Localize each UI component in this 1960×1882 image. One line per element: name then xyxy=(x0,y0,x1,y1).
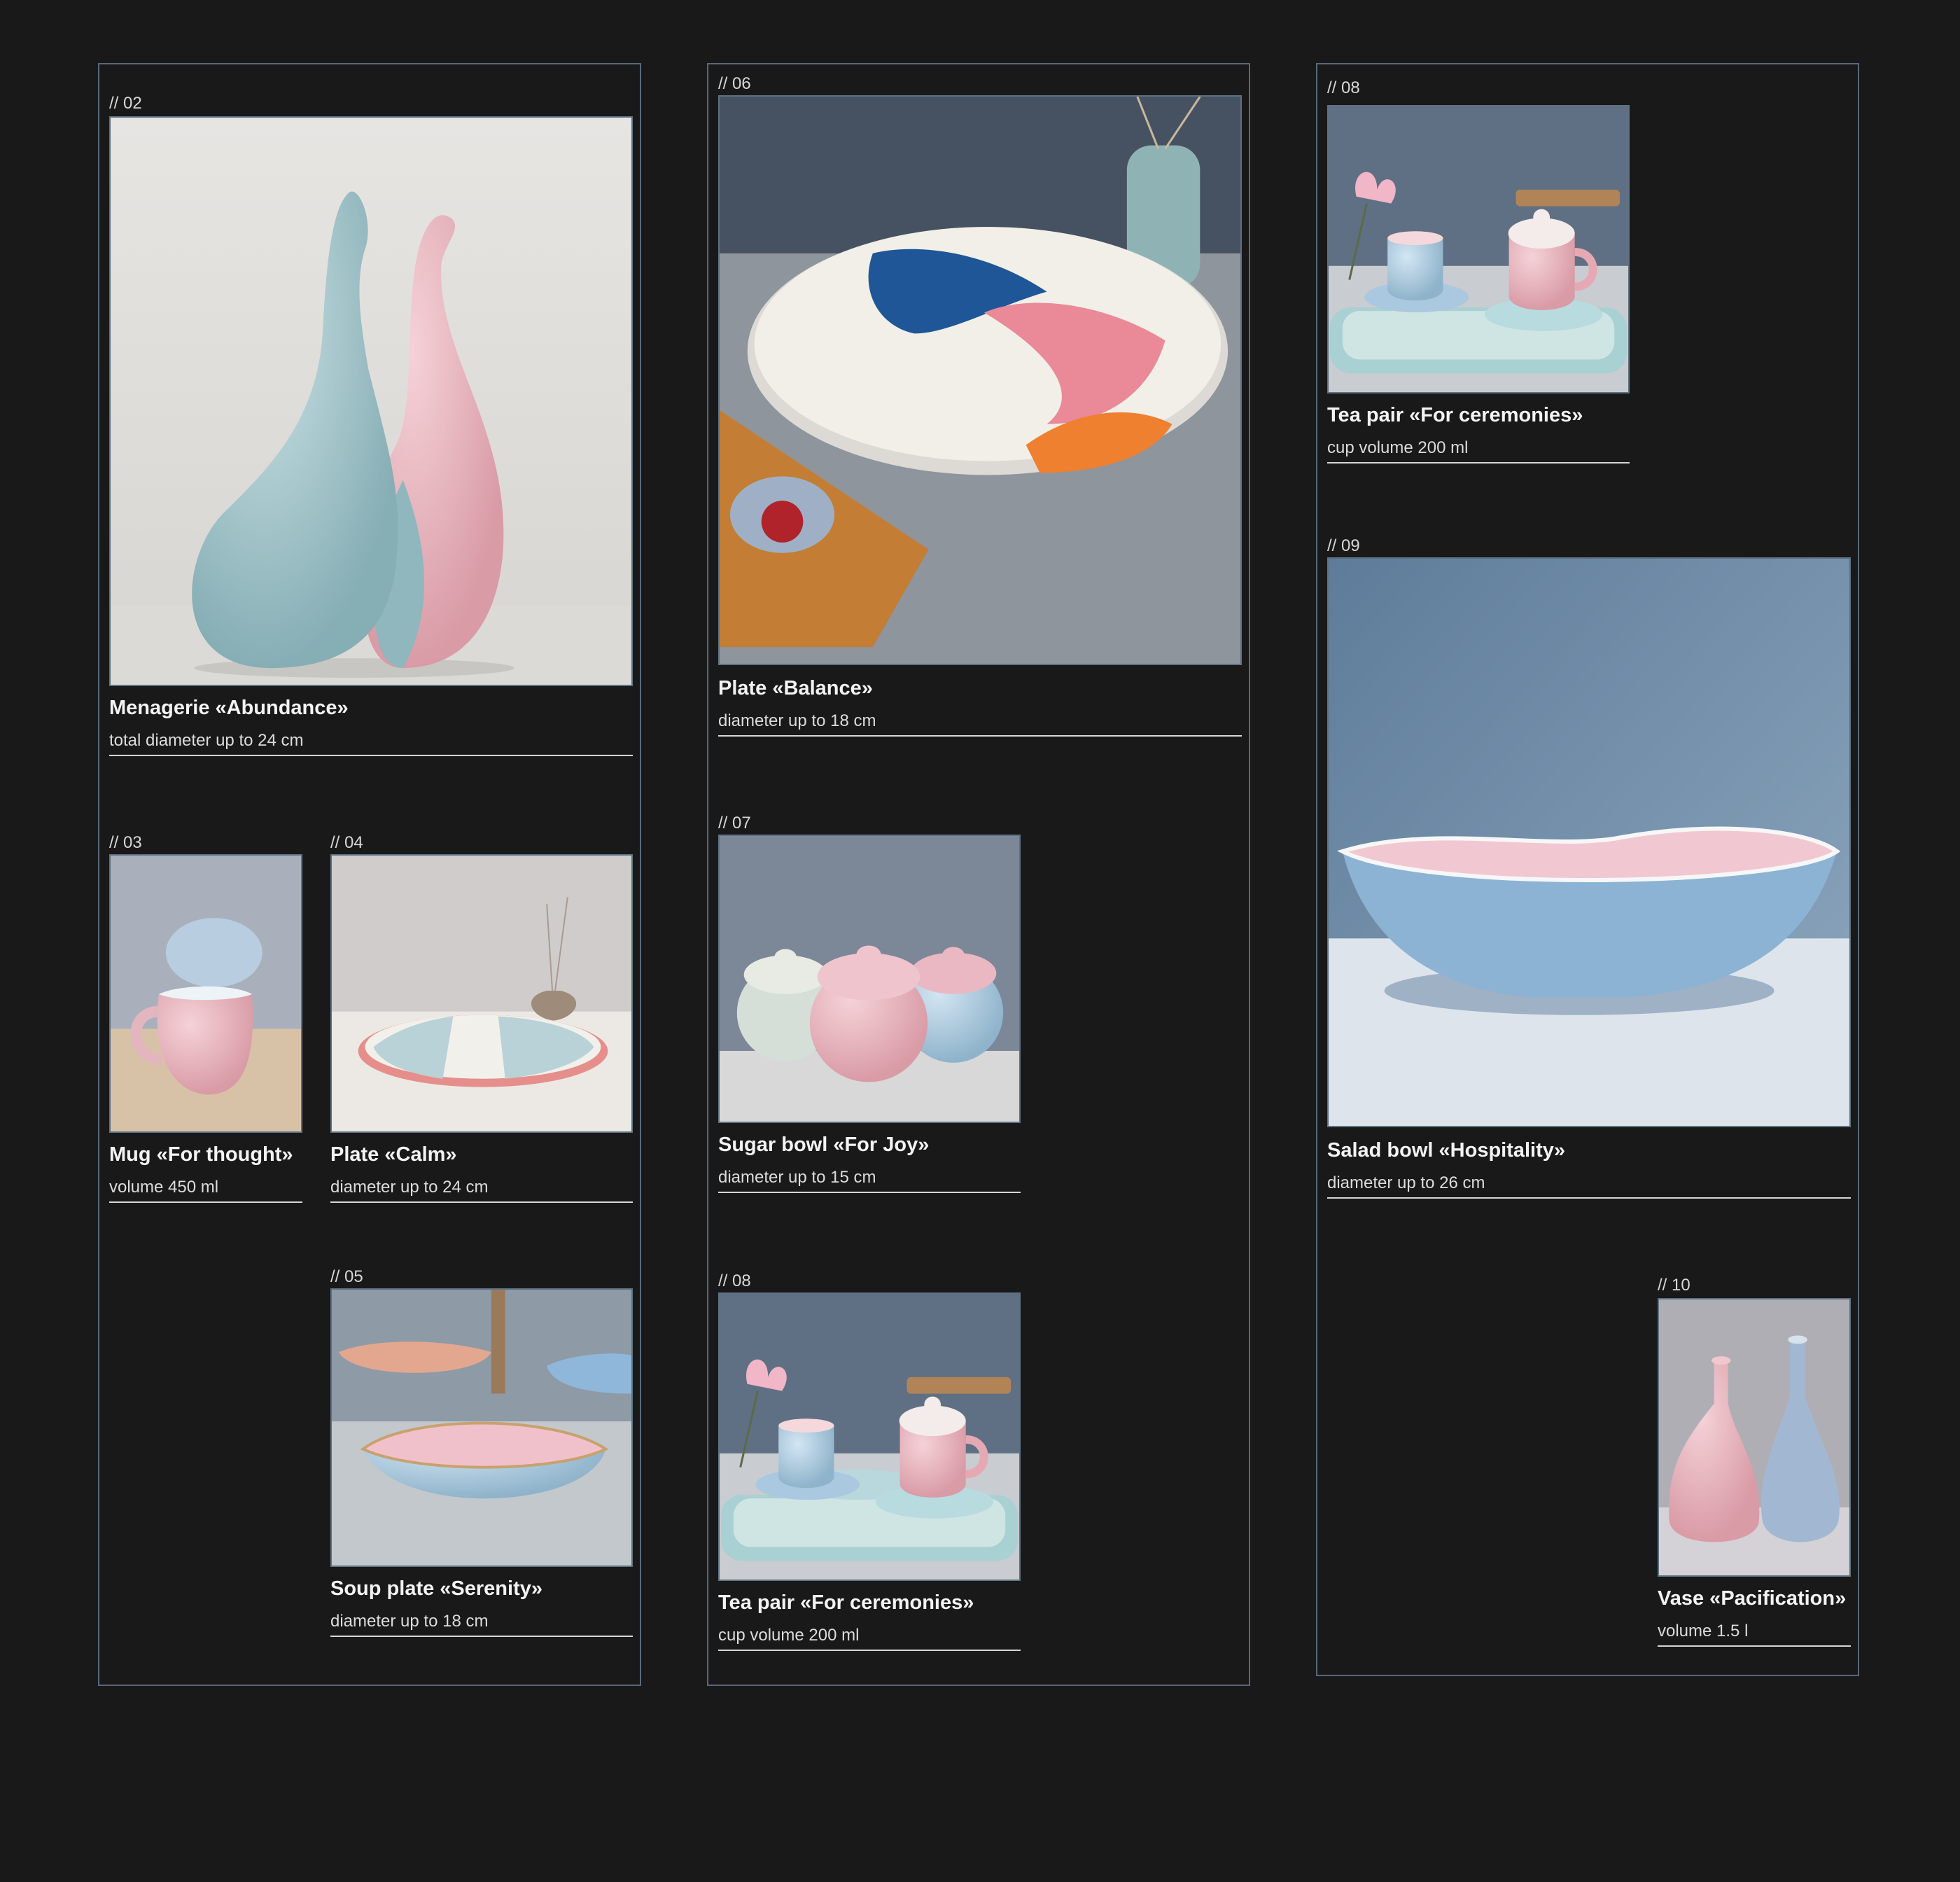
card-subtitle: total diameter up to 24 cm xyxy=(109,731,304,750)
card-subtitle: volume 450 ml xyxy=(109,1178,219,1197)
tea-pair-image xyxy=(718,1292,1021,1581)
product-card[interactable]: // 07 Sugar bowl «For Joy» diameter up t… xyxy=(718,814,1021,1200)
product-card[interactable]: // 03 Mug «For thought» volume 450 ml xyxy=(109,833,302,1211)
card-divider xyxy=(718,1192,1021,1193)
card-number: // 04 xyxy=(330,833,363,852)
card-number: // 08 xyxy=(718,1271,751,1290)
card-title: Vase «Pacification» xyxy=(1658,1587,1847,1610)
card-divider xyxy=(718,1650,1021,1651)
card-number: // 02 xyxy=(109,94,142,113)
card-title: Salad bowl «Hospitality» xyxy=(1327,1139,1566,1162)
menagerie-figurines-image xyxy=(109,116,633,686)
card-divider xyxy=(109,1201,302,1203)
card-number: // 09 xyxy=(1327,536,1360,555)
card-title: Plate «Balance» xyxy=(718,677,873,699)
card-divider xyxy=(1327,462,1630,463)
product-card[interactable]: // 02 Menagerie «Abundance» total diamet… xyxy=(109,94,633,770)
product-column-1: // 02 Menagerie «Abundance» total diamet… xyxy=(98,63,641,1686)
card-title: Tea pair «For ceremonies» xyxy=(1327,404,1583,426)
card-number: // 08 xyxy=(1327,78,1360,97)
plate-balance-image xyxy=(718,95,1242,665)
card-subtitle: diameter up to 15 cm xyxy=(718,1168,876,1187)
card-divider xyxy=(718,735,1242,737)
card-subtitle: diameter up to 18 cm xyxy=(718,711,876,730)
product-card[interactable]: // 08 Tea pair «For ceremonies» cup volu… xyxy=(718,1271,1021,1658)
product-card[interactable]: // 06 Plate «Balance» diameter up to 18 … xyxy=(718,74,1242,751)
sugar-bowl-image xyxy=(718,835,1021,1123)
product-card[interactable]: // 09 Salad bowl «Hospitality» diameter … xyxy=(1327,536,1851,1213)
card-subtitle: cup volume 200 ml xyxy=(718,1626,860,1645)
card-divider xyxy=(330,1201,633,1203)
tea-pair-image xyxy=(1327,105,1630,393)
card-title: Mug «For thought» xyxy=(109,1143,293,1166)
product-card[interactable]: // 10 Vase «Pacification» volume 1.5 l xyxy=(1658,1276,1851,1658)
product-card[interactable]: // 08 Tea pair «For ceremonies» cup volu… xyxy=(1327,78,1630,470)
card-title: Menagerie «Abundance» xyxy=(109,697,349,719)
card-divider xyxy=(1327,1197,1851,1199)
product-card[interactable]: // 05 Soup plate «Serenity» diameter up … xyxy=(330,1267,633,1645)
card-number: // 07 xyxy=(718,814,751,832)
card-divider xyxy=(109,755,633,756)
plate-calm-image xyxy=(330,854,633,1133)
card-title: Tea pair «For ceremonies» xyxy=(718,1591,974,1614)
card-divider xyxy=(330,1636,633,1637)
card-title: Soup plate «Serenity» xyxy=(330,1577,542,1600)
card-title: Sugar bowl «For Joy» xyxy=(718,1134,930,1156)
card-title: Plate «Calm» xyxy=(330,1143,457,1166)
product-column-2: // 06 Plate «Balance» diameter up to 18 … xyxy=(707,63,1250,1686)
card-subtitle: volume 1.5 l xyxy=(1658,1622,1749,1640)
product-card[interactable]: // 04 Plate «Calm» diameter up to 24 cm xyxy=(330,833,633,1211)
card-subtitle: diameter up to 18 cm xyxy=(330,1612,489,1631)
card-subtitle: cup volume 200 ml xyxy=(1327,438,1469,457)
card-divider xyxy=(1658,1645,1851,1647)
card-number: // 03 xyxy=(109,833,142,852)
card-subtitle: diameter up to 26 cm xyxy=(1327,1173,1485,1192)
salad-bowl-image xyxy=(1327,557,1851,1127)
card-number: // 05 xyxy=(330,1267,363,1286)
card-number: // 06 xyxy=(718,74,751,93)
mug-image xyxy=(109,854,302,1133)
card-subtitle: diameter up to 24 cm xyxy=(330,1178,489,1197)
vase-image xyxy=(1658,1298,1851,1577)
card-number: // 10 xyxy=(1658,1276,1690,1295)
soup-plate-image xyxy=(330,1288,633,1567)
product-column-3: // 08 Tea pair «For ceremonies» cup volu… xyxy=(1316,63,1859,1676)
